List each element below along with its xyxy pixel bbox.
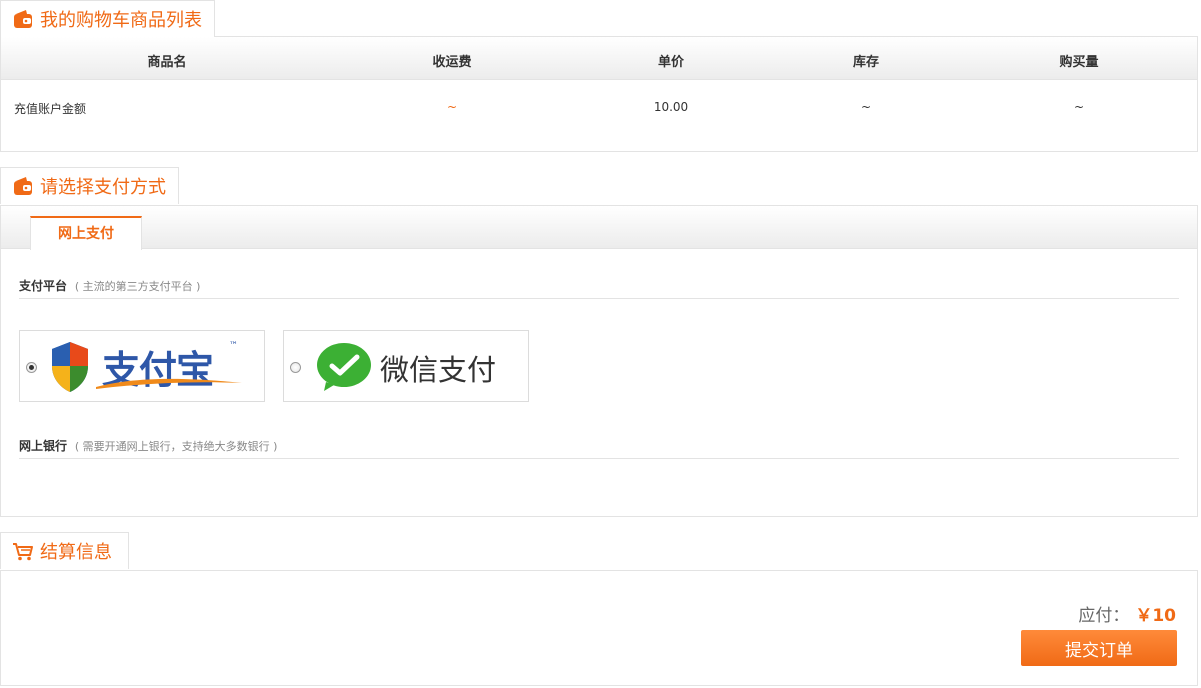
wallet-icon xyxy=(14,177,32,195)
table-row: 充值账户金额 ~ 10.00 ~ ~ xyxy=(1,80,1197,140)
col-header-price: 单价 xyxy=(657,55,685,70)
payment-panel: 网上支付 支付平台 ( 主流的第三方支付平台 ) 支付宝 ™ 微信支付 网上银行… xyxy=(0,205,1198,517)
col-header-stock: 库存 xyxy=(852,55,880,70)
wechat-pay-option[interactable]: 微信支付 xyxy=(283,330,529,402)
col-header-qty: 购买量 xyxy=(1059,55,1099,70)
amount-due-value: ￥10 xyxy=(1135,606,1176,626)
alipay-swoosh-icon xyxy=(96,378,242,389)
platform-heading: 支付平台 ( 主流的第三方支付平台 ) xyxy=(19,277,1179,299)
bank-heading: 网上银行 ( 需要开通网上银行，支持绝大多数银行 ) xyxy=(19,437,1179,459)
alipay-option[interactable]: 支付宝 ™ xyxy=(19,330,265,402)
platform-title: 支付平台 xyxy=(19,279,68,293)
cart-section-title: 我的购物车商品列表 xyxy=(40,10,202,31)
amount-due: 应付： ￥10 xyxy=(1078,601,1176,626)
submit-order-button[interactable]: 提交订单 xyxy=(1021,630,1177,666)
alipay-radio[interactable] xyxy=(26,362,37,373)
alipay-shield-icon xyxy=(52,342,88,392)
alipay-tm: ™ xyxy=(229,341,238,351)
settlement-section-title: 结算信息 xyxy=(40,542,112,563)
cell-qty: ~ xyxy=(1073,100,1085,114)
wechat-radio[interactable] xyxy=(290,362,301,373)
col-header-shipping: 收运费 xyxy=(432,55,472,70)
bank-hint: ( 需要开通网上银行，支持绝大多数银行 ) xyxy=(74,440,278,453)
col-header-name: 商品名 xyxy=(147,55,187,70)
settlement-panel: 应付： ￥10 提交订单 xyxy=(0,570,1198,686)
wechat-logo-text: 微信支付 xyxy=(380,353,497,387)
bank-title: 网上银行 xyxy=(19,439,68,453)
payment-section-title: 请选择支付方式 xyxy=(40,177,166,198)
platform-hint: ( 主流的第三方支付平台 ) xyxy=(74,280,201,293)
cart-section-header: 我的购物车商品列表 xyxy=(0,0,215,37)
amount-due-label: 应付： xyxy=(1078,606,1130,626)
settlement-section-header: 结算信息 xyxy=(0,532,129,569)
tab-online-payment[interactable]: 网上支付 xyxy=(30,216,142,250)
cell-price: 10.00 xyxy=(653,100,689,114)
payment-section-header: 请选择支付方式 xyxy=(0,167,179,204)
payment-tabbar: 网上支付 xyxy=(1,206,1197,250)
cell-stock: ~ xyxy=(860,100,872,114)
cart-table-header: 商品名 收运费 单价 库存 购买量 xyxy=(1,37,1197,80)
cart-icon xyxy=(13,543,33,561)
wechat-icon xyxy=(317,343,371,391)
wallet-icon xyxy=(14,10,32,28)
cart-table: 商品名 收运费 单价 库存 购买量 充值账户金额 ~ 10.00 ~ ~ xyxy=(0,36,1198,152)
cell-name: 充值账户金额 xyxy=(14,102,87,116)
cell-shipping: ~ xyxy=(446,100,458,114)
